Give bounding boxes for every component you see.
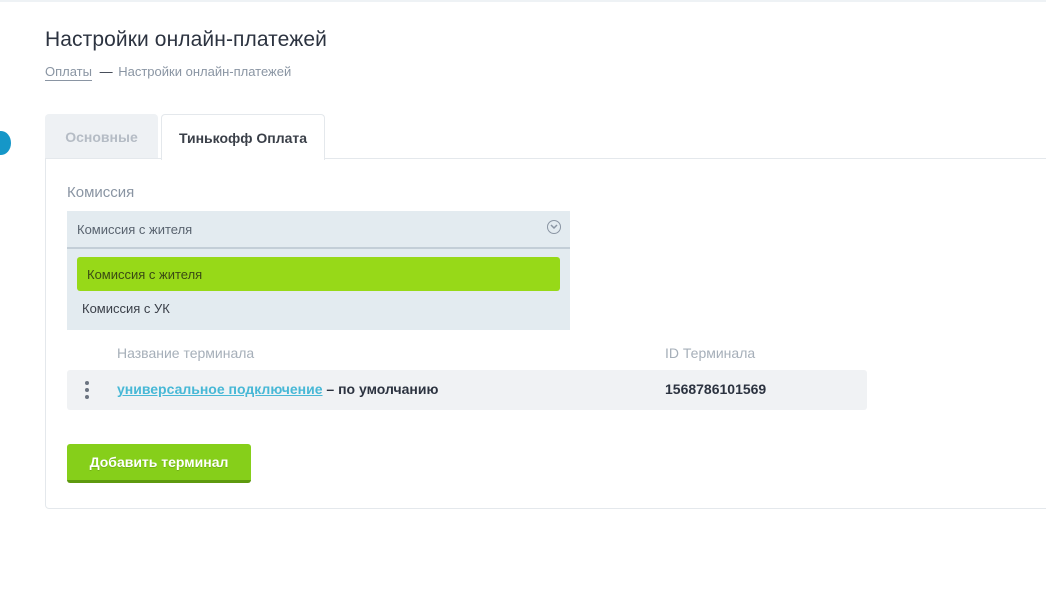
option-commission-company[interactable]: Комиссия с УК (82, 298, 170, 318)
commission-select[interactable]: Комиссия с жителя (67, 211, 570, 249)
commission-select-value: Комиссия с жителя (77, 221, 193, 237)
more-vertical-icon[interactable] (84, 381, 90, 399)
add-terminal-button[interactable]: Добавить терминал (67, 444, 251, 483)
breadcrumb-link-payments[interactable]: Оплаты (45, 64, 92, 81)
column-header-terminal-id: ID Терминала (665, 345, 756, 361)
table-row: универсальное подключение – по умолчанию… (67, 370, 867, 410)
commission-label: Комиссия (67, 184, 135, 201)
breadcrumb: Оплаты — Настройки онлайн-платежей (45, 64, 292, 81)
breadcrumb-current: Настройки онлайн-платежей (118, 64, 292, 79)
tab-main[interactable]: Основные (45, 114, 158, 159)
column-header-terminal-name: Название терминала (117, 345, 255, 361)
tab-tinkoff-payment[interactable]: Тинькофф Оплата (161, 114, 325, 160)
terminal-name-link[interactable]: универсальное подключение (117, 381, 323, 397)
breadcrumb-separator: — (99, 64, 113, 79)
terminal-name: универсальное подключение – по умолчанию (117, 381, 438, 397)
terminal-default-label: – по умолчанию (322, 381, 439, 397)
chevron-down-icon (547, 220, 561, 234)
sidebar-toggle-icon[interactable] (0, 131, 11, 155)
terminal-id: 1568786101569 (665, 381, 767, 397)
top-border (0, 0, 1046, 2)
option-commission-resident[interactable]: Комиссия с жителя (77, 257, 560, 291)
commission-dropdown: Комиссия с жителя Комиссия с УК (67, 249, 570, 330)
page-title: Настройки онлайн-платежей (45, 28, 327, 51)
